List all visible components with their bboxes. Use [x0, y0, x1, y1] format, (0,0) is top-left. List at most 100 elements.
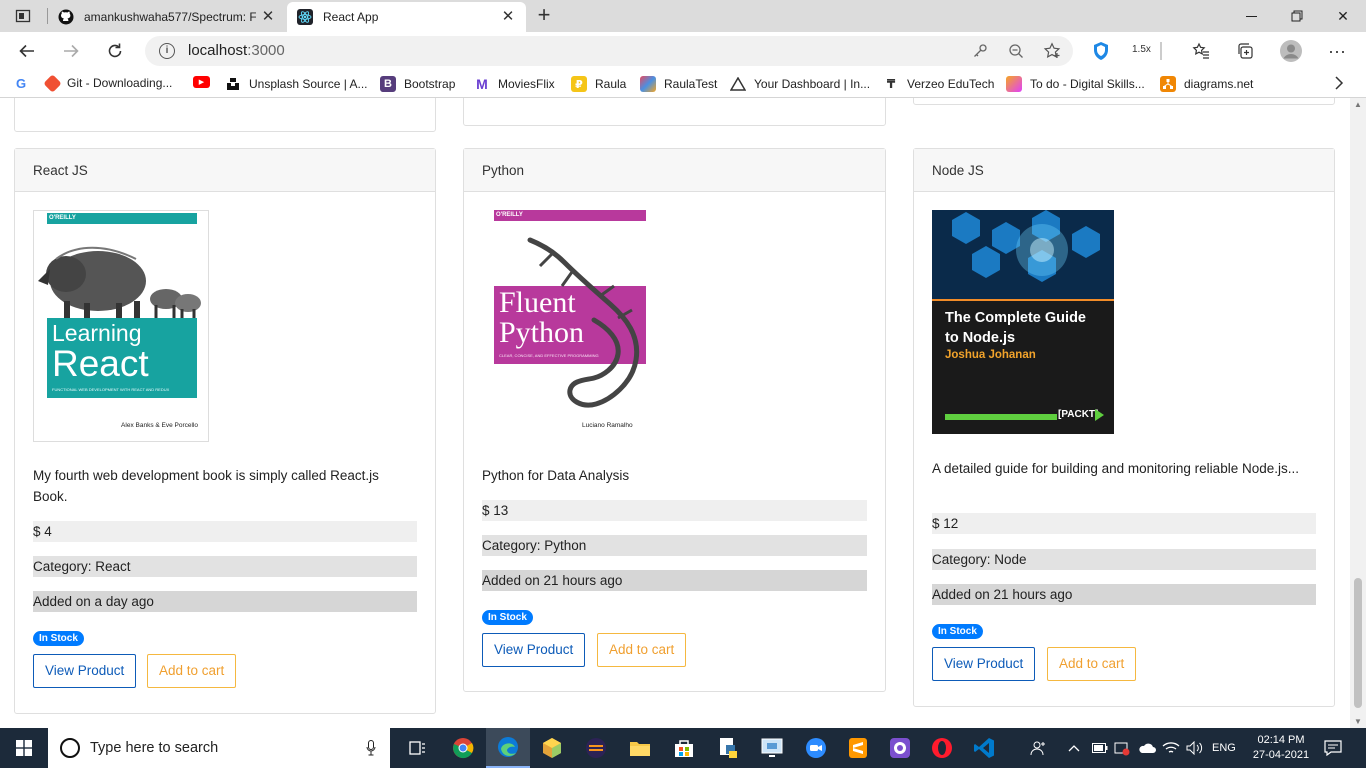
scroll-down-icon[interactable]: ▼ [1354, 717, 1362, 726]
tab-react-app[interactable]: React App ✕ [287, 2, 526, 32]
task-view-icon[interactable] [396, 728, 440, 768]
profile-avatar-icon[interactable] [1280, 40, 1302, 62]
bookmark-label: Bootstrap [404, 77, 456, 91]
view-product-button[interactable]: View Product [932, 647, 1036, 681]
edge-icon[interactable] [486, 728, 530, 768]
file-explorer-icon[interactable] [618, 728, 662, 768]
url-text[interactable]: localhost:3000 [188, 42, 285, 59]
clock[interactable]: 02:14 PM 27-04-2021 [1250, 728, 1312, 768]
close-window-button[interactable]: ✕ [1320, 0, 1366, 32]
zoom-app-icon[interactable] [794, 728, 838, 768]
page-scrollbar[interactable]: ▲ ▼ [1350, 98, 1366, 728]
bookmark-raulatest[interactable]: RaulaTest [640, 76, 717, 92]
bookmark-raula[interactable]: ₽ Raula [571, 76, 626, 92]
refresh-icon[interactable] [104, 40, 126, 62]
book-cover-fluent-python[interactable]: O'REILLY Fluent Python CLEAR, CONCISE, A… [482, 210, 660, 436]
product-price: $ 12 [932, 513, 1316, 534]
browser-toolbar: i localhost:3000 1.5x ··· [0, 32, 1366, 70]
battery-icon[interactable] [1092, 728, 1108, 768]
zoom-level[interactable]: 1.5x [1132, 44, 1151, 55]
shield-extension-icon[interactable] [1090, 40, 1112, 62]
windows-start-icon[interactable] [2, 728, 46, 768]
git-icon [43, 73, 62, 93]
back-icon[interactable] [16, 40, 38, 62]
microphone-icon[interactable] [366, 740, 376, 759]
bookmark-moviesflix[interactable]: M MoviesFlix [474, 76, 555, 92]
notifications-icon[interactable] [1324, 728, 1342, 768]
people-icon[interactable] [1030, 728, 1048, 768]
close-tab-icon[interactable]: ✕ [260, 9, 276, 25]
hexagon-pattern-icon [932, 210, 1114, 300]
more-menu-icon[interactable]: ··· [1326, 40, 1348, 62]
key-icon[interactable] [971, 42, 989, 60]
store-icon[interactable] [662, 728, 706, 768]
bookmark-unsplash[interactable]: Unsplash Source | A... [225, 76, 368, 92]
bookmark-git[interactable]: Git - Downloading... [43, 73, 172, 93]
chevron-up-icon[interactable] [1068, 728, 1080, 768]
site-info-icon[interactable]: i [159, 43, 175, 59]
book-cover-learning-react[interactable]: O'REILLY Learning React FUNCTIONAL WEB D… [33, 210, 209, 442]
volume-icon[interactable] [1186, 728, 1204, 768]
product-title: Python [464, 149, 885, 192]
clock-date: 27-04-2021 [1252, 749, 1310, 761]
opera-icon[interactable] [920, 728, 964, 768]
bookmark-label: RaulaTest [664, 77, 718, 91]
url-port: :3000 [247, 42, 285, 59]
eclipse-icon[interactable] [574, 728, 618, 768]
toolbar-divider [1160, 42, 1162, 60]
view-product-button[interactable]: View Product [33, 654, 137, 688]
google-icon[interactable]: G [16, 76, 26, 91]
chevron-right-icon[interactable] [1334, 76, 1344, 90]
address-bar[interactable]: i localhost:3000 [145, 36, 1073, 66]
cover-authors: Alex Banks & Eve Porcello [121, 422, 198, 429]
python-ide-icon[interactable] [706, 728, 750, 768]
bookmark-youtube[interactable]: ▶ [193, 76, 218, 88]
vm-icon[interactable] [750, 728, 794, 768]
product-price: $ 4 [33, 521, 417, 542]
bookmark-diagrams[interactable]: diagrams.net [1160, 76, 1253, 92]
sublime-text-icon[interactable] [836, 728, 880, 768]
browser-tab-strip: amankushwaha577/Spectrum: Fu ✕ React App… [0, 0, 1366, 32]
add-to-cart-button[interactable]: Add to cart [597, 633, 687, 667]
cover-publisher: [PACKT] [1058, 409, 1099, 420]
restore-button[interactable] [1274, 0, 1320, 32]
add-to-cart-button[interactable]: Add to cart [147, 654, 237, 688]
add-to-cart-button[interactable]: Add to cart [1047, 647, 1137, 681]
scrollbar-thumb[interactable] [1354, 578, 1362, 708]
scroll-up-icon[interactable]: ▲ [1354, 100, 1362, 109]
cover-title-line2: to Node.js [945, 330, 1016, 346]
product-card: React JS O'REILLY Learning React FUNCTIO… [14, 148, 436, 714]
bookmark-label: Your Dashboard | In... [754, 77, 871, 91]
bootstrap-icon: B [380, 76, 396, 92]
bookmark-label: Raula [595, 77, 627, 91]
vscode-icon[interactable] [962, 728, 1006, 768]
bookmark-verzeo[interactable]: ₸ Verzeo EduTech [883, 76, 994, 92]
language-indicator[interactable]: ENG [1212, 728, 1236, 768]
wifi-icon[interactable] [1162, 728, 1180, 768]
zoom-out-icon[interactable] [1007, 42, 1025, 60]
tab-actions-icon[interactable] [12, 6, 34, 26]
taskbar-search-input[interactable]: Type here to search [48, 728, 390, 768]
github-desktop-icon[interactable] [878, 728, 922, 768]
book-cover-nodejs[interactable]: The Complete Guide to Node.js Joshua Joh… [932, 210, 1114, 434]
chrome-icon[interactable] [441, 728, 485, 768]
bookmark-dashboard[interactable]: Your Dashboard | In... [730, 76, 870, 92]
view-product-button[interactable]: View Product [482, 633, 586, 667]
forward-icon[interactable] [60, 40, 82, 62]
onedrive-icon[interactable] [1138, 728, 1156, 768]
product-card: Python O'REILLY Fluent Python CLEAR, CON… [463, 148, 886, 692]
new-tab-button[interactable]: + [534, 4, 554, 27]
bookmark-todo[interactable]: To do - Digital Skills... [1006, 76, 1145, 92]
add-favorite-icon[interactable] [1043, 42, 1061, 60]
close-tab-icon[interactable]: ✕ [500, 9, 516, 25]
3d-viewer-icon[interactable] [530, 728, 574, 768]
antivirus-icon[interactable] [1114, 728, 1130, 768]
product-category: Category: Python [482, 535, 867, 556]
collections-icon[interactable] [1234, 40, 1256, 62]
favorites-icon[interactable] [1190, 40, 1212, 62]
tab-github[interactable]: amankushwaha577/Spectrum: Fu ✕ [48, 2, 286, 32]
minimize-button[interactable] [1228, 0, 1274, 32]
youtube-icon: ▶ [193, 76, 210, 88]
product-category: Category: React [33, 556, 417, 577]
bookmark-bootstrap[interactable]: B Bootstrap [380, 76, 455, 92]
